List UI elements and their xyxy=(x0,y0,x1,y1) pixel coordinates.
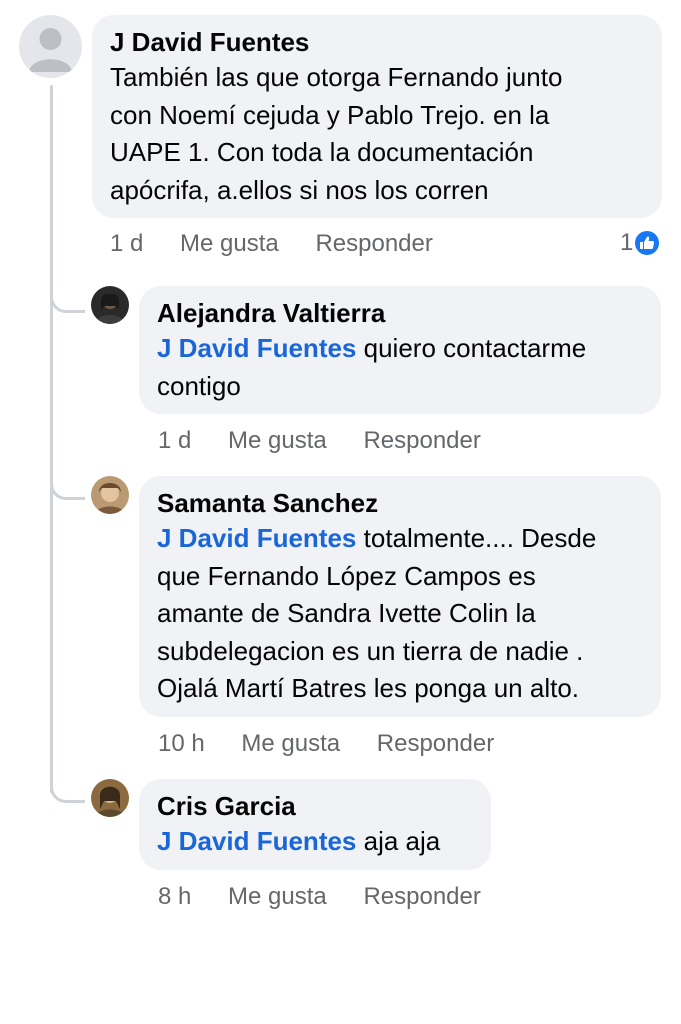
comment-text: También las que otorga Fernando junto co… xyxy=(110,59,644,209)
comment-timestamp[interactable]: 1 d xyxy=(158,427,191,454)
reply-button[interactable]: Responder xyxy=(315,230,432,257)
comment-actions: 10 h Me gusta Responder xyxy=(158,730,524,758)
comment-text-line: con Noemí cejuda y Pablo Trejo. en la xyxy=(110,99,550,130)
mention-link[interactable]: J David Fuentes xyxy=(157,826,356,856)
comment-text-line: UAPE 1. Con toda la documentación xyxy=(110,137,534,167)
comment-text-line: contigo xyxy=(157,370,241,401)
comment-author-name[interactable]: J David Fuentes xyxy=(110,25,644,59)
comment-text-line: apócrifa, a.ellos si nos los corren xyxy=(110,174,489,205)
reply-button[interactable]: Responder xyxy=(377,730,494,757)
avatar[interactable] xyxy=(91,476,129,514)
mention-link[interactable]: J David Fuentes xyxy=(157,523,356,553)
comment-author-name[interactable]: Cris Garcia xyxy=(157,789,473,823)
thread-connector-elbow xyxy=(50,294,85,313)
comment-actions: 1 d Me gusta Responder xyxy=(158,427,511,455)
comment-text-line: Ojalá Martí Batres les ponga un alto. xyxy=(157,673,580,703)
comment-text-line: J David Fuentes quiero contactarme xyxy=(157,330,643,368)
like-button[interactable]: Me gusta xyxy=(228,427,327,454)
avatar[interactable] xyxy=(91,779,129,817)
comment-text-line: subdelegacion es un tierra de nadie . xyxy=(157,635,584,666)
comment-text: J David Fuentes aja aja xyxy=(157,823,473,861)
comment-actions: 1 d Me gusta Responder xyxy=(110,230,463,258)
reaction-summary[interactable]: 1 xyxy=(620,229,660,257)
like-thumbs-up-icon xyxy=(635,231,660,255)
reply-bubble: Samanta Sanchez J David Fuentes totalmen… xyxy=(139,476,661,717)
comment-text-segment: quiero contactarme xyxy=(356,333,587,363)
comment-author-name[interactable]: Alejandra Valtierra xyxy=(157,296,643,330)
comment-timestamp[interactable]: 8 h xyxy=(158,883,191,910)
avatar-default-person-icon[interactable] xyxy=(19,15,82,78)
avatar[interactable] xyxy=(91,286,129,324)
reply-bubble: Cris Garcia J David Fuentes aja aja xyxy=(139,779,491,870)
thread-connector-elbow xyxy=(50,481,85,500)
comment-text-line: que Fernando López Campos es xyxy=(157,560,536,591)
comment-text-line: amante de Sandra Ivette Colin la xyxy=(157,598,536,628)
thread-connector-elbow xyxy=(50,784,85,803)
comment-text-segment: aja aja xyxy=(356,826,441,856)
reply-bubble: Alejandra Valtierra J David Fuentes quie… xyxy=(139,286,661,414)
comment-text: J David Fuentes quiero contactarme conti… xyxy=(157,330,643,405)
like-button[interactable]: Me gusta xyxy=(180,230,279,257)
comment-bubble: J David Fuentes También las que otorga F… xyxy=(92,15,662,218)
comment-text-line: También las que otorga Fernando junto xyxy=(110,62,563,92)
reaction-count: 1 xyxy=(620,229,634,256)
comment-text-segment: totalmente.... Desde xyxy=(356,523,597,553)
like-button[interactable]: Me gusta xyxy=(241,730,340,757)
comment-text-line: J David Fuentes totalmente.... Desde xyxy=(157,520,643,558)
comment-text-line: J David Fuentes aja aja xyxy=(157,823,473,861)
comment-text: J David Fuentes totalmente.... Desde que… xyxy=(157,520,643,708)
comment-author-name[interactable]: Samanta Sanchez xyxy=(157,486,643,520)
reply-button[interactable]: Responder xyxy=(363,883,480,910)
comment-actions: 8 h Me gusta Responder xyxy=(158,883,511,911)
comment-timestamp[interactable]: 1 d xyxy=(110,230,143,257)
comment-timestamp[interactable]: 10 h xyxy=(158,730,205,757)
thread-connector-line xyxy=(50,85,53,793)
mention-link[interactable]: J David Fuentes xyxy=(157,333,356,363)
like-button[interactable]: Me gusta xyxy=(228,883,327,910)
reply-button[interactable]: Responder xyxy=(363,427,480,454)
